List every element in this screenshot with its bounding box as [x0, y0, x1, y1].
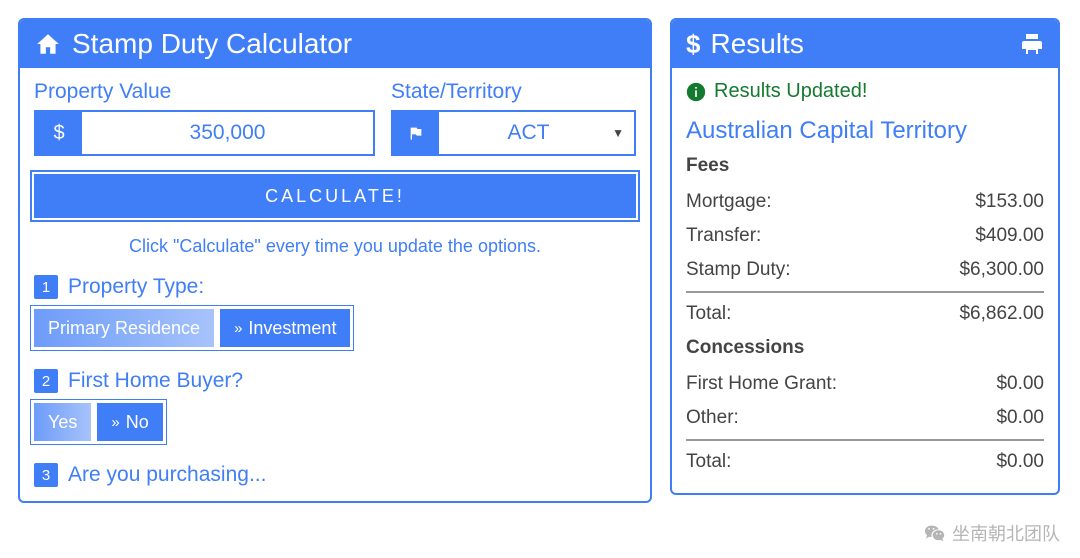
- fee-value: $153.00: [975, 191, 1044, 213]
- question-text: Are you purchasing...: [68, 463, 266, 487]
- results-header: $ Results: [672, 20, 1058, 68]
- concession-other: Other: $0.00: [686, 401, 1044, 435]
- question-badge: 2: [34, 369, 58, 393]
- concession-value: $0.00: [996, 407, 1044, 429]
- fee-stamp-duty: Stamp Duty: $6,300.00: [686, 253, 1044, 287]
- fee-value: $409.00: [975, 225, 1044, 247]
- question-2: 2 First Home Buyer?: [34, 369, 636, 393]
- fee-transfer: Transfer: $409.00: [686, 219, 1044, 253]
- total-value: $0.00: [996, 451, 1044, 473]
- divider: [686, 439, 1044, 441]
- watermark-text: 坐南朝北团队: [952, 520, 1060, 546]
- wechat-icon: [924, 522, 946, 544]
- results-panel: $ Results Results Updated! Australian Ca…: [670, 18, 1060, 495]
- property-value-label: Property Value: [34, 80, 375, 104]
- state-label: State/Territory: [391, 80, 636, 104]
- calculator-header: Stamp Duty Calculator: [20, 20, 650, 68]
- question-text: First Home Buyer?: [68, 369, 243, 393]
- option-yes[interactable]: Yes: [34, 403, 91, 441]
- results-title: Results: [710, 28, 803, 60]
- home-icon: [34, 31, 62, 57]
- question-badge: 1: [34, 275, 58, 299]
- info-icon: [686, 82, 706, 102]
- divider: [686, 291, 1044, 293]
- concessions-heading: Concessions: [686, 337, 1044, 359]
- calculate-button[interactable]: CALCULATE!: [34, 174, 636, 218]
- property-value-group: $: [34, 110, 375, 156]
- property-value-input[interactable]: [82, 112, 373, 154]
- concession-label: Other:: [686, 407, 739, 429]
- state-selected-value: ACT: [508, 121, 550, 145]
- results-status: Results Updated!: [686, 80, 1044, 103]
- question-text: Property Type:: [68, 275, 204, 299]
- fee-label: Transfer:: [686, 225, 761, 247]
- dollar-icon: $: [36, 112, 82, 154]
- state-select[interactable]: ACT ▼: [391, 110, 636, 156]
- fee-label: Mortgage:: [686, 191, 772, 213]
- results-region: Australian Capital Territory: [686, 117, 1044, 145]
- first-home-buyer-options: Yes No: [34, 403, 163, 441]
- chevron-down-icon: ▼: [612, 126, 624, 140]
- question-1: 1 Property Type:: [34, 275, 636, 299]
- property-type-options: Primary Residence Investment: [34, 309, 350, 347]
- concession-value: $0.00: [996, 373, 1044, 395]
- calculator-title: Stamp Duty Calculator: [72, 28, 352, 60]
- option-no[interactable]: No: [97, 403, 162, 441]
- concessions-total: Total: $0.00: [686, 445, 1044, 479]
- helper-text: Click "Calculate" every time you update …: [34, 236, 636, 257]
- print-icon[interactable]: [1020, 32, 1044, 56]
- concession-first-home-grant: First Home Grant: $0.00: [686, 367, 1044, 401]
- concession-label: First Home Grant:: [686, 373, 837, 395]
- calculator-panel: Stamp Duty Calculator Property Value $ S…: [18, 18, 652, 503]
- option-primary-residence[interactable]: Primary Residence: [34, 309, 214, 347]
- fee-label: Stamp Duty:: [686, 259, 791, 281]
- total-value: $6,862.00: [959, 303, 1044, 325]
- total-label: Total:: [686, 451, 731, 473]
- watermark: 坐南朝北团队: [924, 520, 1060, 546]
- dollar-icon: $: [686, 29, 700, 60]
- status-text: Results Updated!: [714, 80, 867, 103]
- fees-total: Total: $6,862.00: [686, 297, 1044, 331]
- flag-icon: [393, 112, 439, 154]
- question-3: 3 Are you purchasing...: [34, 463, 636, 487]
- total-label: Total:: [686, 303, 731, 325]
- fee-mortgage: Mortgage: $153.00: [686, 185, 1044, 219]
- option-investment[interactable]: Investment: [220, 309, 350, 347]
- fees-heading: Fees: [686, 155, 1044, 177]
- question-badge: 3: [34, 463, 58, 487]
- fee-value: $6,300.00: [959, 259, 1044, 281]
